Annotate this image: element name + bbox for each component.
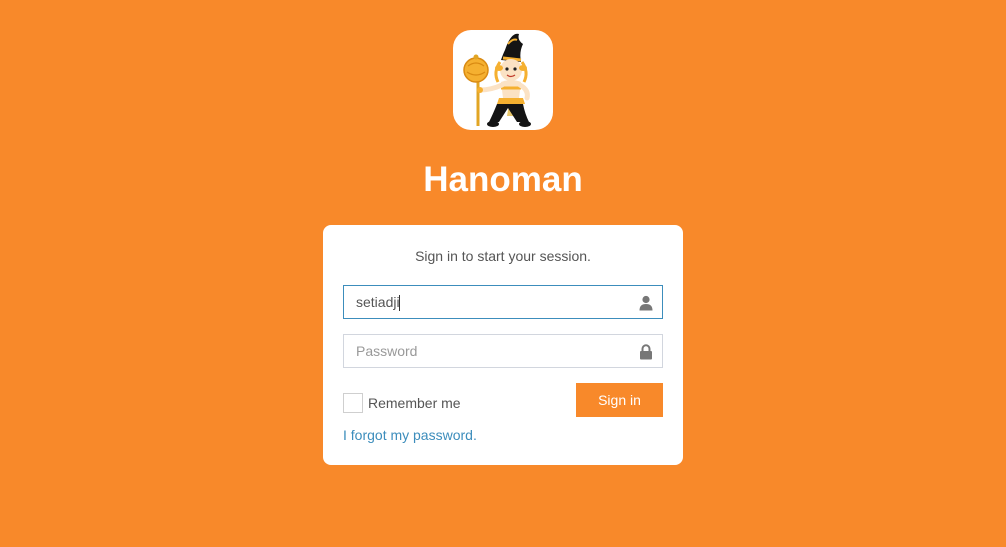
text-caret — [399, 295, 400, 311]
app-title: Hanoman — [423, 160, 583, 199]
username-field[interactable] — [343, 285, 663, 319]
remember-me-row[interactable]: Remember me — [343, 392, 461, 414]
forgot-password-link[interactable]: I forgot my password. — [343, 427, 477, 443]
lock-icon — [639, 344, 653, 360]
hanoman-mascot-logo — [453, 30, 553, 130]
sign-in-button[interactable]: Sign in — [576, 383, 663, 417]
remember-me-checkbox[interactable] — [343, 393, 363, 413]
mascot-illustration — [463, 33, 531, 127]
password-field[interactable] — [343, 334, 663, 368]
password-input[interactable] — [344, 335, 662, 367]
login-box-message: Sign in to start your session. — [415, 248, 591, 264]
remember-me-label: Remember me — [368, 395, 461, 411]
username-input[interactable] — [344, 286, 662, 318]
login-box: Sign in to start your session. Remember … — [323, 225, 683, 465]
user-icon — [639, 295, 653, 311]
